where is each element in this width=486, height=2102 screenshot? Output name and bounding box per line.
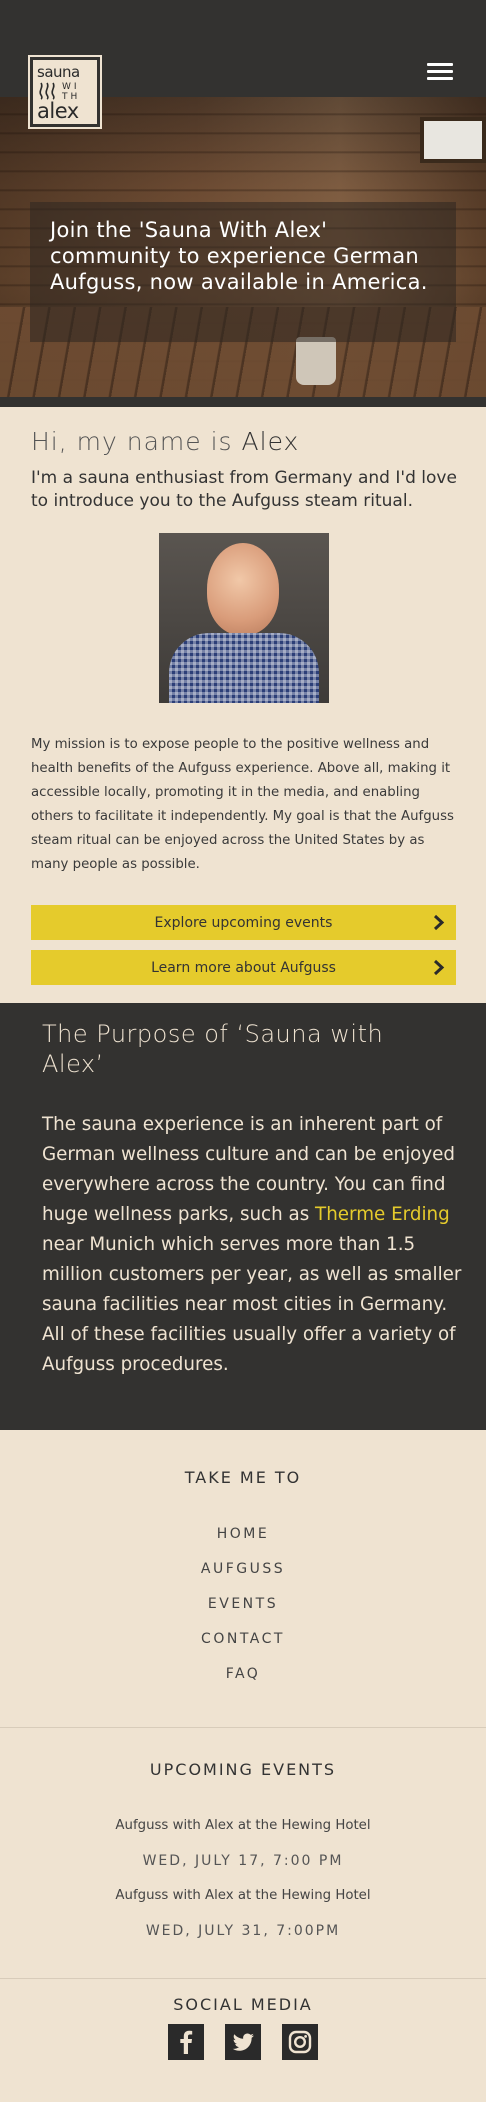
purpose-text-after: near Munich which serves more than 1.5 m… [42, 1234, 462, 1375]
event-date: WED, JULY 17, 7:00 PM [142, 1853, 344, 1869]
portrait-shirt [169, 633, 319, 703]
facebook-icon[interactable] [168, 2024, 204, 2060]
steam-waves-icon [39, 82, 55, 100]
therme-erding-link[interactable]: Therme Erding [315, 1204, 450, 1225]
logo-text-alex: alex [37, 99, 79, 123]
hamburger-menu-icon[interactable] [427, 63, 453, 85]
sauna-window [420, 117, 486, 163]
purpose-title: The Purpose of ‘Sauna with Alex’ [42, 1020, 384, 1078]
footer-link-home[interactable]: HOME [0, 1526, 486, 1542]
footer-link-contact[interactable]: CONTACT [0, 1631, 486, 1647]
logo-text-sauna: sauna [37, 63, 80, 81]
upcoming-events-heading: UPCOMING EVENTS [149, 1760, 337, 1779]
greeting-text: Hi, my name is [31, 427, 233, 456]
chevron-right-icon [433, 914, 445, 931]
menu-bar [427, 63, 453, 66]
footer-link-aufguss[interactable]: AUFGUSS [0, 1561, 486, 1577]
hero-headline: Join the 'Sauna With Alex' community to … [50, 218, 428, 294]
event-name[interactable]: Aufguss with Alex at the Hewing Hotel [0, 1888, 486, 1903]
learn-aufguss-label: Learn more about Aufguss [151, 959, 336, 976]
explore-events-label: Explore upcoming events [154, 914, 333, 931]
menu-bar [427, 77, 453, 80]
intro-subtitle: I'm a sauna enthusiast from Germany and … [31, 468, 457, 511]
purpose-section: The Purpose of ‘Sauna with Alex’ The sau… [0, 1003, 486, 1430]
mission-statement: My mission is to expose people to the po… [31, 737, 454, 872]
greeting-name: Alex [241, 427, 300, 456]
hero-bottom-bar [0, 397, 486, 407]
explore-events-button[interactable]: Explore upcoming events [31, 905, 456, 940]
footer-link-events[interactable]: EVENTS [0, 1596, 486, 1612]
purpose-text: The sauna experience is an inherent part… [42, 1110, 462, 1380]
footer-link-faq[interactable]: FAQ [0, 1666, 486, 1682]
section-divider [0, 1978, 486, 1979]
instagram-icon[interactable] [282, 2024, 318, 2060]
intro-greeting: Hi, my name is Alex [31, 427, 299, 456]
learn-aufguss-button[interactable]: Learn more about Aufguss [31, 950, 456, 985]
sauna-bucket [296, 337, 336, 385]
event-name[interactable]: Aufguss with Alex at the Hewing Hotel [0, 1818, 486, 1833]
take-me-to-heading: TAKE ME TO [184, 1468, 302, 1487]
portrait-head [207, 543, 279, 635]
twitter-icon[interactable] [225, 2024, 261, 2060]
sauna-with-alex-logo[interactable]: sauna WI TH alex [28, 55, 102, 129]
alex-portrait-photo [159, 533, 329, 703]
section-divider [0, 1727, 486, 1728]
menu-bar [427, 70, 453, 73]
hero-banner: Join the 'Sauna With Alex' community to … [0, 97, 486, 397]
chevron-right-icon [433, 959, 445, 976]
event-date: WED, JULY 31, 7:00PM [145, 1923, 341, 1939]
social-media-heading: SOCIAL MEDIA [173, 1995, 313, 2014]
